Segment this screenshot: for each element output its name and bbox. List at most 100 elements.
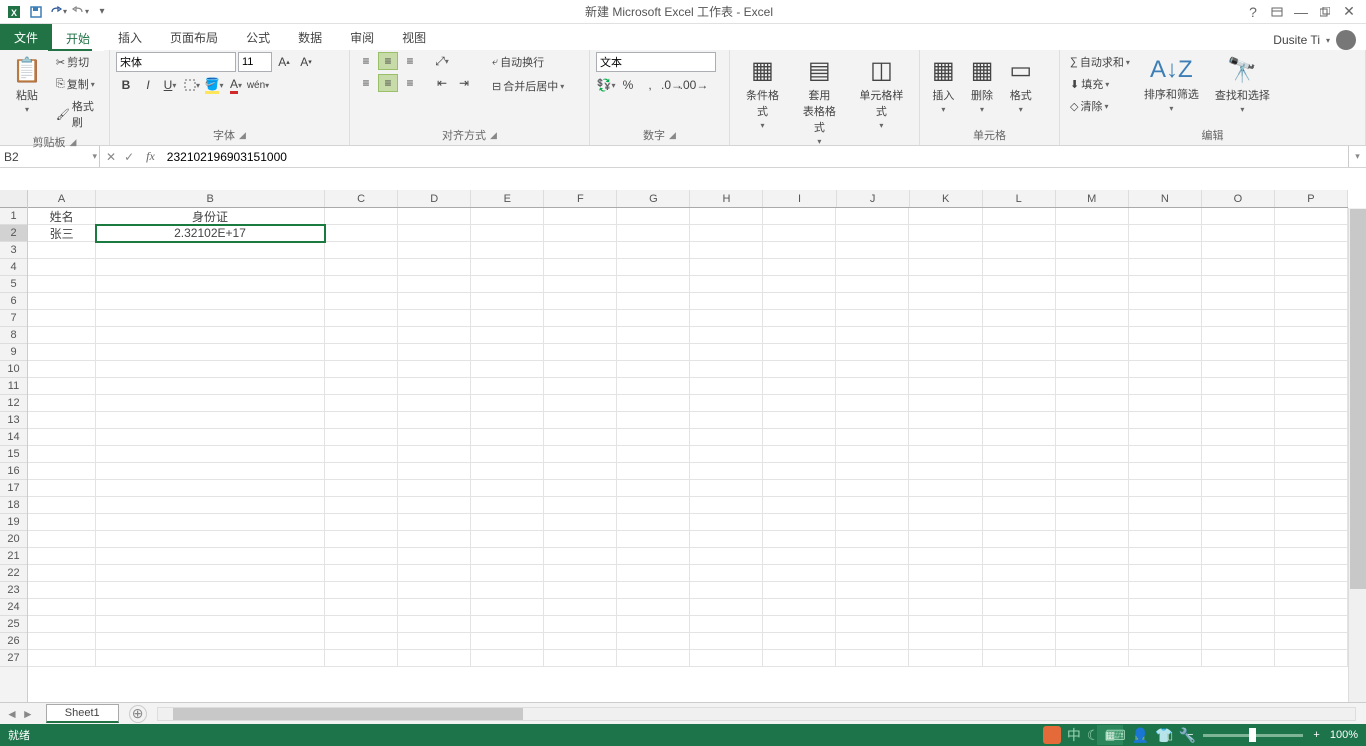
cell[interactable] <box>763 395 836 412</box>
cell[interactable] <box>1056 565 1129 582</box>
cell[interactable] <box>690 208 763 225</box>
cell[interactable] <box>96 463 325 480</box>
zoom-thumb[interactable] <box>1249 728 1256 742</box>
cell[interactable] <box>96 361 325 378</box>
autosum-button[interactable]: ∑自动求和▾ <box>1066 52 1134 72</box>
align-center-icon[interactable]: ≡ <box>378 74 398 92</box>
cell[interactable] <box>544 531 617 548</box>
cell[interactable] <box>690 310 763 327</box>
cell[interactable] <box>544 582 617 599</box>
cell[interactable] <box>617 446 690 463</box>
cell[interactable] <box>690 497 763 514</box>
cell[interactable] <box>471 208 544 225</box>
cell[interactable] <box>1056 344 1129 361</box>
cell[interactable] <box>398 497 471 514</box>
cell[interactable] <box>983 395 1056 412</box>
cell[interactable]: 张三 <box>28 225 96 242</box>
cell[interactable] <box>1056 480 1129 497</box>
cell[interactable] <box>690 242 763 259</box>
cell[interactable] <box>617 276 690 293</box>
cell[interactable] <box>983 480 1056 497</box>
column-header[interactable]: J <box>837 190 910 207</box>
cell[interactable] <box>836 344 909 361</box>
align-right-icon[interactable]: ≡ <box>400 74 420 92</box>
cell[interactable] <box>398 429 471 446</box>
cell[interactable] <box>1129 412 1202 429</box>
cell[interactable] <box>909 361 982 378</box>
cell[interactable] <box>909 412 982 429</box>
cell[interactable] <box>763 361 836 378</box>
cell[interactable] <box>96 429 325 446</box>
zoom-slider[interactable] <box>1203 734 1303 737</box>
column-header[interactable]: H <box>690 190 763 207</box>
cell[interactable] <box>471 514 544 531</box>
cell[interactable] <box>325 599 398 616</box>
cell[interactable] <box>909 395 982 412</box>
cell[interactable] <box>836 531 909 548</box>
cell[interactable] <box>398 395 471 412</box>
cell[interactable] <box>28 463 96 480</box>
cell[interactable] <box>1275 463 1348 480</box>
cell[interactable] <box>1129 395 1202 412</box>
cell[interactable] <box>1275 361 1348 378</box>
cell[interactable] <box>909 344 982 361</box>
cell[interactable] <box>96 531 325 548</box>
zoom-level[interactable]: 100% <box>1330 729 1358 741</box>
cell[interactable] <box>1056 327 1129 344</box>
cell[interactable] <box>96 650 325 667</box>
cell[interactable] <box>836 480 909 497</box>
row-header[interactable]: 7 <box>0 310 27 327</box>
cell[interactable] <box>690 446 763 463</box>
cell[interactable] <box>690 361 763 378</box>
cell[interactable] <box>1275 429 1348 446</box>
cell[interactable] <box>544 650 617 667</box>
cell[interactable] <box>96 293 325 310</box>
cell[interactable] <box>1129 463 1202 480</box>
find-select-button[interactable]: 🔭查找和选择▾ <box>1209 52 1276 118</box>
align-bottom-icon[interactable]: ≡ <box>400 52 420 70</box>
cell[interactable] <box>1202 344 1275 361</box>
cell[interactable] <box>690 276 763 293</box>
cell[interactable] <box>544 225 617 242</box>
cell[interactable] <box>471 412 544 429</box>
cell[interactable] <box>1056 395 1129 412</box>
cell[interactable] <box>983 599 1056 616</box>
cell[interactable] <box>1056 361 1129 378</box>
cell[interactable] <box>1202 531 1275 548</box>
cell[interactable] <box>690 514 763 531</box>
cell[interactable] <box>1275 616 1348 633</box>
font-color-button[interactable]: A▾ <box>226 76 246 94</box>
cell[interactable] <box>909 293 982 310</box>
cell[interactable] <box>836 514 909 531</box>
cell[interactable] <box>983 310 1056 327</box>
cell[interactable] <box>1275 378 1348 395</box>
cell[interactable] <box>836 497 909 514</box>
cell[interactable] <box>1275 412 1348 429</box>
cell[interactable] <box>763 429 836 446</box>
cell[interactable] <box>690 395 763 412</box>
tab-data[interactable]: 数据 <box>284 24 336 50</box>
cell[interactable] <box>1202 497 1275 514</box>
cell[interactable] <box>1129 344 1202 361</box>
cell[interactable] <box>1056 378 1129 395</box>
cell[interactable] <box>28 259 96 276</box>
cell[interactable] <box>398 633 471 650</box>
cell[interactable] <box>1202 514 1275 531</box>
cell[interactable] <box>1056 259 1129 276</box>
wrap-text-button[interactable]: ⤶自动换行 <box>488 52 568 72</box>
cell[interactable] <box>471 344 544 361</box>
cell[interactable] <box>471 463 544 480</box>
cell[interactable] <box>28 395 96 412</box>
cell[interactable] <box>398 293 471 310</box>
cell[interactable] <box>909 616 982 633</box>
row-header[interactable]: 9 <box>0 344 27 361</box>
cell[interactable] <box>1129 548 1202 565</box>
cell[interactable] <box>983 531 1056 548</box>
cell[interactable] <box>763 276 836 293</box>
cell[interactable] <box>28 412 96 429</box>
cell[interactable] <box>1275 259 1348 276</box>
cell[interactable] <box>325 395 398 412</box>
tab-review[interactable]: 审阅 <box>336 24 388 50</box>
cell[interactable] <box>325 276 398 293</box>
minimize-icon[interactable]: — <box>1290 2 1312 22</box>
